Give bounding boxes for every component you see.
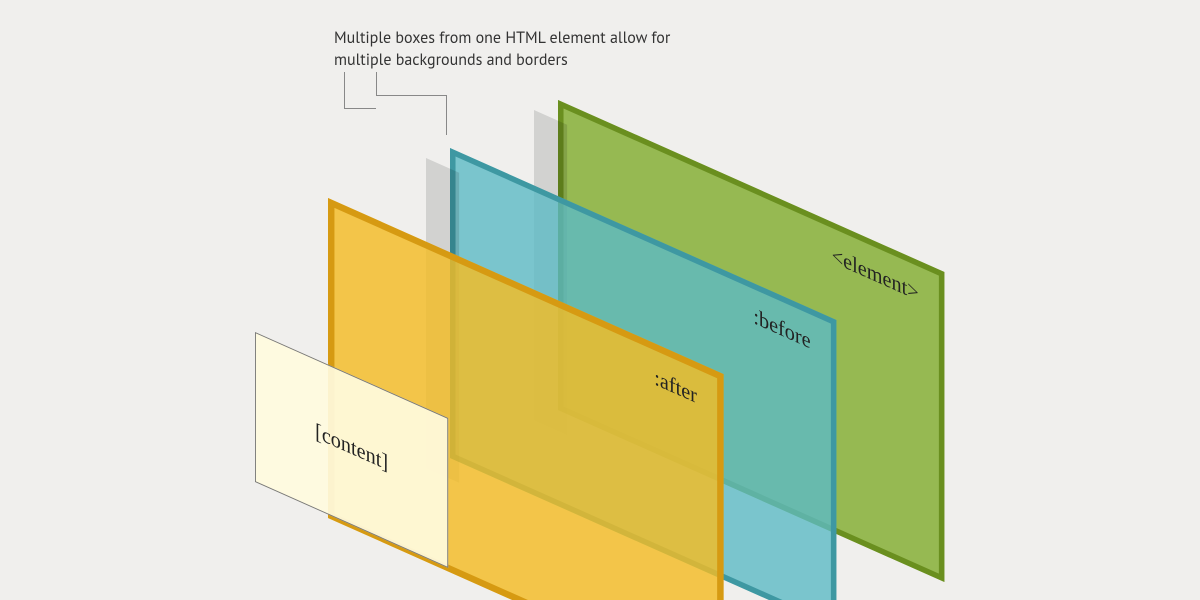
iso-scene: <element> :before :after [content] <box>0 0 1200 600</box>
layer-after-label: :after <box>654 364 697 409</box>
layer-before-label: :before <box>753 303 810 355</box>
layer-element-label: <element> <box>832 242 919 307</box>
diagram-stage: Multiple boxes from one HTML element all… <box>0 0 1200 600</box>
layer-content-label: [content] <box>256 391 447 502</box>
